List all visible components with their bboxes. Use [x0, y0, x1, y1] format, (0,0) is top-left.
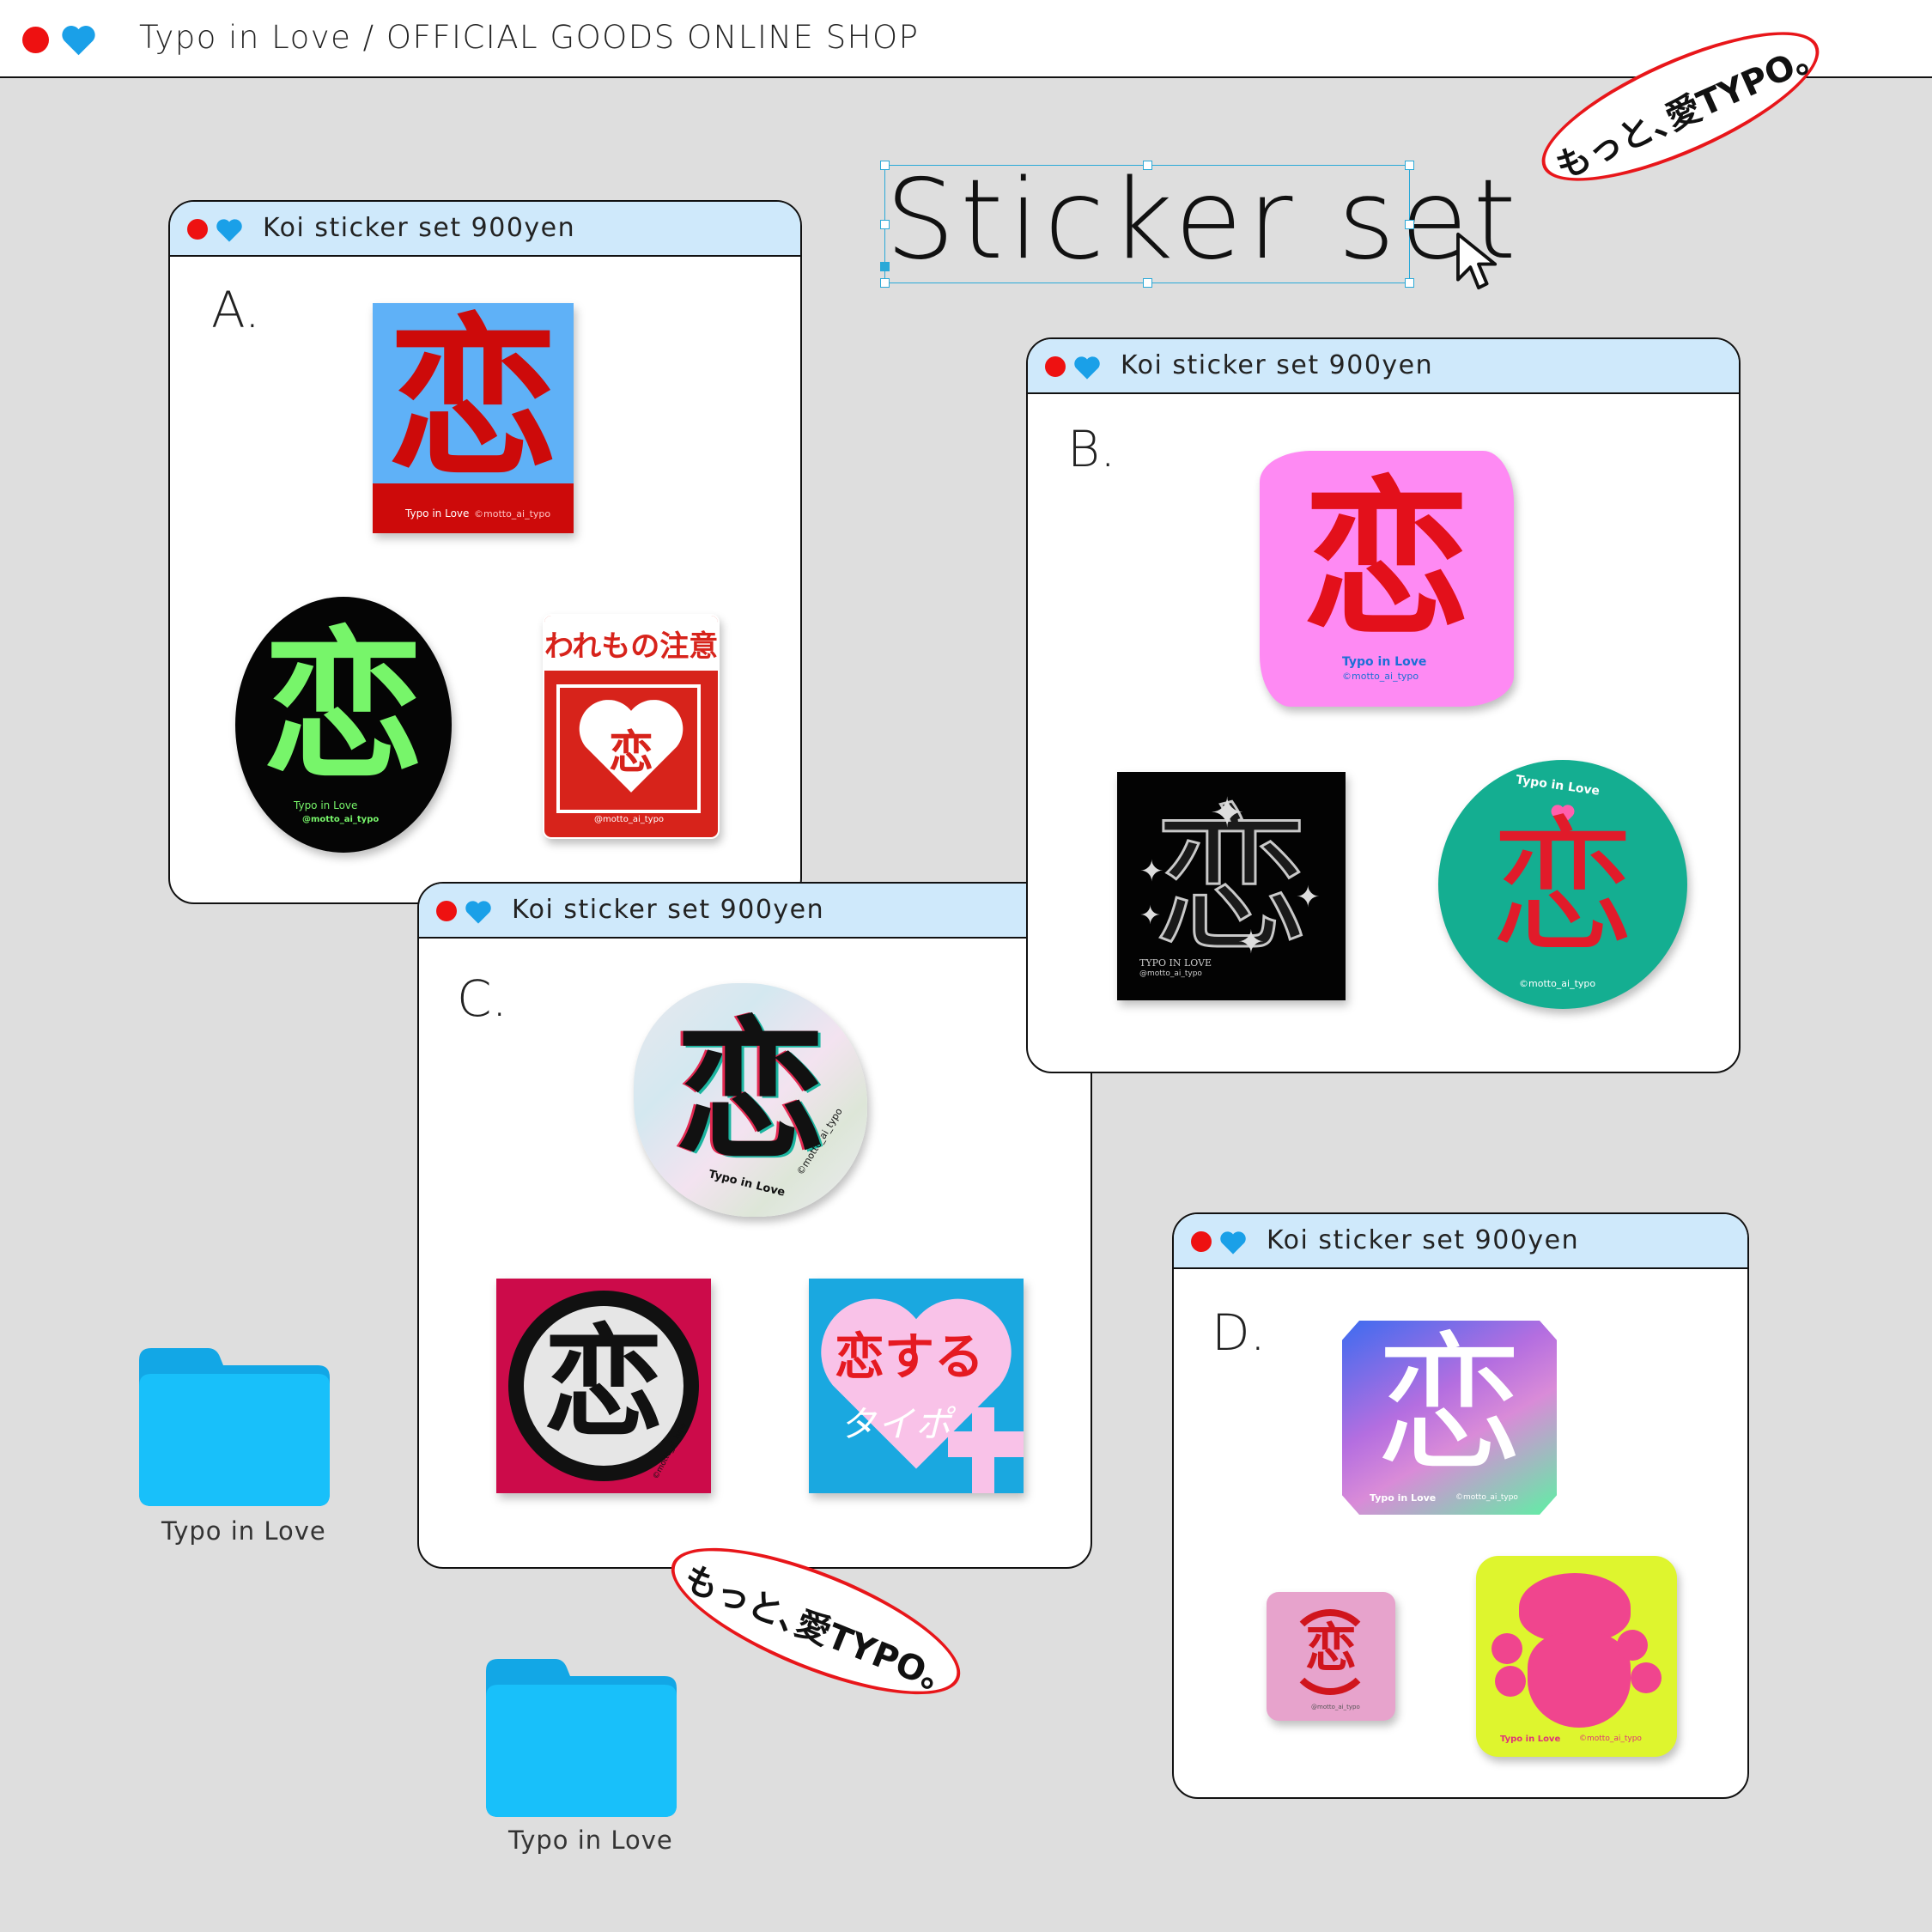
window-header[interactable]: Koi sticker set 900yen [1174, 1214, 1747, 1269]
koi-kanji: 恋 [1302, 463, 1471, 659]
sparkle-icon: ✦ [1237, 923, 1265, 961]
copyright-handle: ©motto_ai_typo [1455, 1493, 1518, 1502]
brand-text: Typo in Love [1342, 655, 1427, 669]
heart-icon [216, 219, 242, 242]
sparkle-icon: ✦ [1296, 880, 1321, 914]
page-title: Sticker set [885, 156, 1522, 284]
copyright-handle: ©motto_ai_typo [474, 508, 551, 519]
sticker-pink-wavy-koi[interactable]: 恋 Typo in Love ©motto_ai_typo [1260, 451, 1514, 707]
resize-handle[interactable] [880, 278, 890, 288]
sticker-holographic-koi[interactable]: 恋 恋 恋 Typo in Love ©motto_ai_typo [634, 983, 867, 1217]
koisuru-text: 恋する [835, 1327, 985, 1386]
resize-handle[interactable] [1405, 220, 1414, 229]
top-bar: Typo in Love / OFFICIAL GOODS ONLINE SHO… [0, 0, 1932, 78]
resize-handle[interactable] [1143, 278, 1152, 288]
heart-icon [465, 901, 491, 924]
brand-text: Typo in Love [1515, 773, 1601, 799]
close-dot-icon[interactable] [22, 27, 49, 53]
folder-icon[interactable] [486, 1659, 677, 1817]
set-letter: A. [211, 281, 261, 339]
sticker-fragile-koi[interactable]: われもの注意 恋 @motto_ai_typo [543, 614, 720, 839]
copyright-handle: ©motto_ai_typo [1519, 978, 1596, 989]
koi-kanji: 恋 [1374, 1318, 1524, 1492]
handle-text: @motto_ai_typo [1139, 969, 1202, 978]
close-dot-icon[interactable] [1045, 356, 1066, 377]
mouse-cursor-icon [1456, 232, 1498, 290]
heart-icon [1074, 356, 1100, 380]
window-header[interactable]: Koi sticker set 900yen [1028, 339, 1739, 394]
window-title: Koi sticker set 900yen [1267, 1225, 1580, 1255]
koi-kanji: 恋 [1305, 1619, 1357, 1679]
brand-text: Typo in Love [1500, 1735, 1561, 1744]
anchor-point [880, 262, 890, 271]
window-title: Koi sticker set 900yen [1121, 350, 1434, 380]
folder-label[interactable]: Typo in Love [161, 1516, 326, 1546]
sparkle-icon: ✦ [1139, 901, 1162, 931]
set-letter: B. [1067, 420, 1116, 478]
koi-kanji: 恋 [263, 611, 424, 801]
sparkle-icon: ✦ [1139, 854, 1164, 889]
sticker-recycle-koi[interactable]: 恋 @motto_ai_typo [1267, 1592, 1395, 1721]
handle-text: @motto_ai_typo [594, 815, 665, 824]
handle-text: @motto_ai_typo [302, 815, 380, 824]
brand-text: Typo in Love [294, 799, 358, 811]
resize-handle[interactable] [880, 161, 890, 170]
sticker-koisuru-taipo[interactable]: 恋する タイポ [809, 1279, 1024, 1493]
close-dot-icon[interactable] [1191, 1231, 1212, 1252]
brand-text: Typo in Love [1370, 1492, 1437, 1504]
sticker-black-sparkle-koi[interactable]: 恋 ✦ ✦ ✦ ✦ ✦ TYPO IN LOVE @motto_ai_typo [1117, 772, 1346, 1000]
sticker-window-b[interactable]: Koi sticker set 900yen B. 恋 Typo in Love… [1026, 337, 1741, 1073]
sparkle-icon: ✦ [1210, 789, 1245, 837]
handle-text: @motto_ai_typo [1311, 1704, 1360, 1710]
sticker-gradient-koi[interactable]: 恋 Typo in Love ©motto_ai_typo [1342, 1321, 1557, 1515]
set-letter: C. [457, 969, 507, 1028]
sticker-window-c[interactable]: Koi sticker set 900yen C. 恋 恋 恋 Typo in … [417, 882, 1092, 1569]
close-dot-icon[interactable] [436, 901, 457, 921]
resize-handle[interactable] [1405, 161, 1414, 170]
sticker-pink-blob-koi[interactable]: Typo in Love ©motto_ai_typo [1476, 1556, 1677, 1757]
window-title: Koi sticker set 900yen [263, 213, 576, 243]
shop-title: Typo in Love / OFFICIAL GOODS ONLINE SHO… [139, 19, 920, 56]
resize-handle[interactable] [880, 220, 890, 229]
sticker-teal-circle-koi[interactable]: Typo in Love 恋 ©motto_ai_typo [1438, 760, 1687, 1009]
copyright-handle: ©motto_ai_typo [1342, 671, 1419, 682]
page-title-selection[interactable]: Sticker set [880, 160, 1516, 288]
koi-kanji: 恋 [608, 726, 653, 779]
taipo-text: タイポ [840, 1403, 954, 1445]
copyright-handle: ©motto_ai_typo [1579, 1735, 1642, 1743]
sticker-green-koi-oval[interactable]: 恋 Typo in Love @motto_ai_typo [235, 597, 452, 853]
heart-icon [1220, 1231, 1246, 1255]
folder-label[interactable]: Typo in Love [508, 1826, 673, 1855]
sticker-red-drip-koi[interactable]: 恋 Typo in Love ©motto_ai_typo [373, 303, 574, 533]
window-title: Koi sticker set 900yen [512, 895, 825, 925]
fragile-text: われもの注意 [544, 629, 719, 664]
resize-handle[interactable] [1405, 278, 1414, 288]
window-header[interactable]: Koi sticker set 900yen [419, 884, 1091, 939]
set-letter: D. [1212, 1303, 1267, 1362]
brand-text: TYPO IN LOVE [1139, 957, 1212, 969]
koi-kanji: 恋 [1489, 803, 1636, 973]
sticker-window-a[interactable]: Koi sticker set 900yen A. 恋 Typo in Love… [168, 200, 802, 904]
koi-kanji: 恋 [674, 1002, 826, 1180]
window-header[interactable]: Koi sticker set 900yen [170, 202, 800, 257]
sticker-window-d[interactable]: Koi sticker set 900yen D. 恋 Typo in Love… [1172, 1212, 1749, 1799]
resize-handle[interactable] [1143, 161, 1152, 170]
brand-text: Typo in Love [405, 507, 470, 519]
folder-icon[interactable] [139, 1348, 330, 1506]
heart-icon[interactable] [60, 23, 97, 57]
koi-kanji: 恋 [386, 303, 559, 500]
sticker-circle-koi[interactable]: 恋 ©motto_ai_typo [496, 1279, 711, 1493]
close-dot-icon[interactable] [187, 219, 208, 240]
